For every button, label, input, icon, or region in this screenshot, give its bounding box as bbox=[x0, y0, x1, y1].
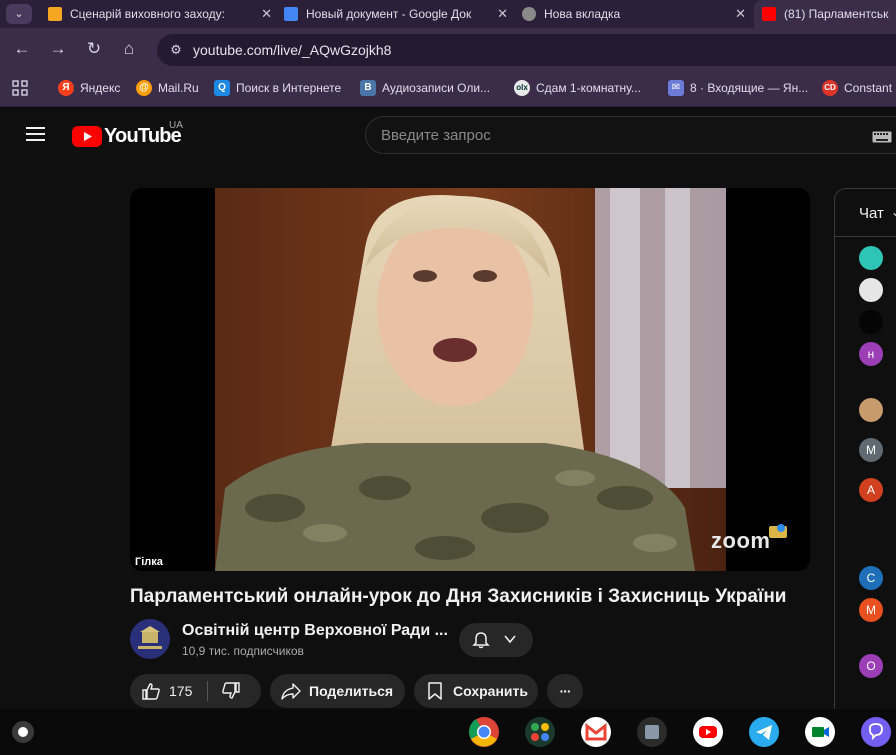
like-button[interactable]: 175 bbox=[130, 674, 206, 708]
bookmark-yandex[interactable]: Я Яндекс bbox=[58, 80, 120, 96]
google-docs-icon bbox=[284, 7, 298, 21]
zoom-logo-icon bbox=[767, 522, 789, 540]
channel-avatar[interactable] bbox=[130, 619, 170, 659]
search-box[interactable]: Введите запрос bbox=[365, 116, 896, 154]
save-button[interactable]: Сохранить bbox=[414, 674, 538, 708]
share-label: Поделиться bbox=[309, 683, 394, 699]
like-divider bbox=[207, 681, 208, 701]
youtube-play-icon bbox=[72, 126, 102, 147]
chrome-icon[interactable] bbox=[468, 716, 500, 748]
video-title: Парламентський онлайн-урок до Дня Захисн… bbox=[130, 586, 787, 607]
files-icon[interactable] bbox=[636, 716, 668, 748]
yandex-icon: Я bbox=[58, 80, 74, 96]
chrome-icon bbox=[522, 7, 536, 21]
constant-contact-icon: CD bbox=[822, 80, 838, 96]
bookmark-constant[interactable]: CD Constant bbox=[822, 80, 892, 96]
dislike-button[interactable] bbox=[210, 674, 260, 708]
bookmark-audio[interactable]: B Аудиозаписи Оли... bbox=[360, 80, 490, 96]
chat-avatar[interactable] bbox=[859, 246, 883, 270]
close-icon[interactable]: ✕ bbox=[261, 6, 272, 22]
like-dislike-group: 175 bbox=[130, 674, 261, 708]
bookmark-search[interactable]: Q Поиск в Интернете bbox=[214, 80, 341, 96]
region-code: UA bbox=[169, 120, 183, 131]
keyboard-icon[interactable] bbox=[872, 130, 892, 143]
channel-name[interactable]: Освітній центр Верховної Ради ... bbox=[182, 622, 448, 640]
menu-icon[interactable] bbox=[26, 126, 46, 142]
close-icon[interactable]: ✕ bbox=[735, 6, 746, 22]
chat-header[interactable]: Чат ⌄ bbox=[835, 189, 896, 237]
forward-icon[interactable]: → bbox=[47, 38, 69, 60]
mail-icon: ✉ bbox=[668, 80, 684, 96]
thumbs-up-icon bbox=[141, 682, 161, 700]
tab-strip: ⌄ Сценарій виховного заходу: ✕ Новый док… bbox=[0, 0, 896, 28]
bookmark-inbox[interactable]: ✉ 8 · Входящие — Ян... bbox=[668, 80, 808, 96]
chat-avatar[interactable] bbox=[859, 278, 883, 302]
chat-avatar[interactable]: А bbox=[859, 478, 883, 502]
tab-new[interactable]: Нова вкладка ✕ bbox=[516, 0, 752, 28]
video-frame bbox=[215, 188, 726, 571]
youtube-app-icon[interactable] bbox=[692, 716, 724, 748]
bookmark-rent[interactable]: olx Сдам 1-комнатну... bbox=[514, 80, 641, 96]
subscriber-count: 10,9 тис. подписчиков bbox=[182, 644, 304, 658]
bookmark-mailru[interactable]: @ Mail.Ru bbox=[136, 80, 199, 96]
viber-icon[interactable] bbox=[860, 716, 892, 748]
chat-avatar[interactable]: н bbox=[859, 342, 883, 366]
tab-google-doc[interactable]: Новый документ - Google Док ✕ bbox=[278, 0, 514, 28]
share-icon bbox=[281, 682, 301, 700]
search-icon: Q bbox=[214, 80, 230, 96]
chat-avatar[interactable]: М bbox=[859, 438, 883, 462]
tab-scenario[interactable]: Сценарій виховного заходу: ✕ bbox=[42, 0, 278, 28]
gmail-icon[interactable] bbox=[580, 716, 612, 748]
youtube-logo[interactable]: YouTube bbox=[72, 125, 182, 148]
search-input[interactable]: Введите запрос bbox=[381, 127, 491, 144]
video-player[interactable]: Гілка zoom bbox=[130, 188, 810, 571]
reload-icon[interactable]: ↻ bbox=[83, 38, 105, 60]
chat-mode-label: Чат bbox=[859, 205, 884, 222]
url-text[interactable]: youtube.com/live/_AQwGzojkh8 bbox=[193, 42, 391, 58]
chat-avatar[interactable] bbox=[859, 310, 883, 334]
chat-avatar[interactable]: М bbox=[859, 598, 883, 622]
bookmark-icon bbox=[427, 682, 443, 700]
youtube-favicon-icon bbox=[762, 7, 776, 21]
tab-youtube[interactable]: (81) Парламентськ bbox=[754, 0, 896, 28]
chat-avatar[interactable]: О bbox=[859, 654, 883, 678]
zoom-watermark: zoom bbox=[711, 528, 771, 553]
participant-name: Гілка bbox=[132, 555, 166, 569]
save-label: Сохранить bbox=[453, 683, 528, 699]
share-button[interactable]: Поделиться bbox=[270, 674, 405, 708]
like-count: 175 bbox=[169, 683, 193, 699]
vk-icon: B bbox=[360, 80, 376, 96]
doc-favicon-icon bbox=[48, 7, 62, 21]
chevron-down-icon: ⌄ bbox=[891, 205, 896, 219]
tab-search-button[interactable]: ⌄ bbox=[6, 4, 32, 24]
bell-icon bbox=[472, 631, 490, 649]
back-icon[interactable]: ← bbox=[11, 38, 33, 60]
chat-avatar[interactable] bbox=[859, 398, 883, 422]
app-grid-icon[interactable] bbox=[524, 716, 556, 748]
home-icon[interactable]: ⌂ bbox=[118, 38, 140, 60]
close-icon[interactable]: ✕ bbox=[497, 6, 508, 22]
apps-grid-icon[interactable] bbox=[12, 80, 28, 96]
more-icon: ··· bbox=[559, 683, 572, 699]
chat-avatar[interactable]: С bbox=[859, 566, 883, 590]
telegram-icon[interactable] bbox=[748, 716, 780, 748]
thumbs-down-icon bbox=[221, 682, 241, 700]
launcher-icon[interactable] bbox=[12, 721, 34, 743]
more-actions-button[interactable]: ··· bbox=[547, 674, 583, 708]
mailru-icon: @ bbox=[136, 80, 152, 96]
chevron-down-icon bbox=[503, 632, 517, 646]
olx-icon: olx bbox=[514, 80, 530, 96]
notification-button[interactable] bbox=[459, 623, 533, 657]
chevron-down-icon: ⌄ bbox=[14, 8, 24, 20]
google-meet-icon[interactable] bbox=[804, 716, 836, 748]
bookmarks-bar: Я Яндекс @ Mail.Ru Q Поиск в Интернете B… bbox=[0, 70, 896, 107]
site-settings-icon[interactable]: ⚙ bbox=[167, 41, 185, 59]
